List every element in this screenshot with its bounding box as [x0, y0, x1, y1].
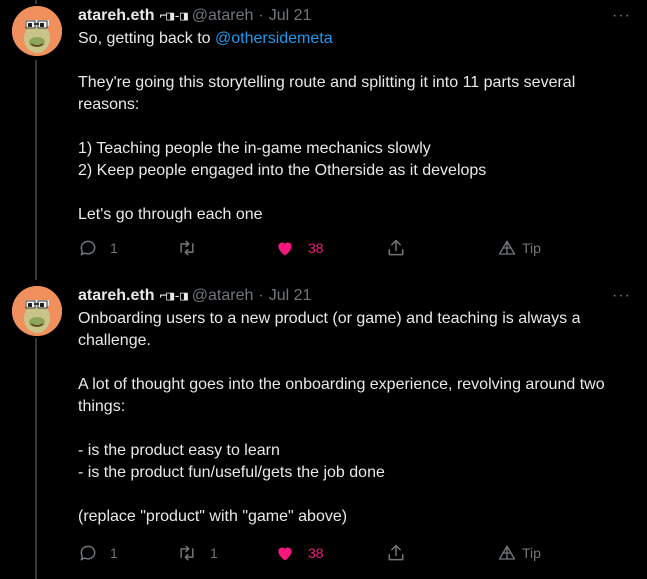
tip-button[interactable]: Tip [498, 542, 541, 564]
tweet-paragraph: - is the product fun/useful/gets the job… [78, 464, 385, 481]
tweet-paragraph [78, 50, 633, 72]
separator-dot: · [258, 7, 264, 24]
tweet-paragraph: So, getting back to @othersidemeta [78, 28, 633, 50]
like-button[interactable]: 38 [274, 542, 324, 564]
tweet-text: So, getting back to [78, 30, 215, 47]
share-button[interactable] [386, 237, 406, 259]
retweet-button[interactable] [176, 237, 210, 259]
mention-link[interactable]: @othersidemeta [215, 30, 333, 47]
separator-dot: · [258, 287, 264, 304]
tweet-paragraph: Onboarding users to a new product (or ga… [78, 310, 581, 349]
tweet-paragraph [78, 182, 633, 204]
heart-icon [278, 547, 292, 561]
tweet-paragraph [78, 484, 633, 506]
tweet-body: Onboarding users to a new product (or ga… [78, 308, 633, 528]
author-name[interactable]: atareh.eth [78, 7, 154, 25]
share-icon [388, 239, 404, 256]
thread-line-top [35, 0, 37, 4]
like-count: 38 [308, 545, 324, 561]
tweet-paragraph: A lot of thought goes into the onboardin… [78, 376, 605, 415]
author-handle[interactable]: @atareh [192, 7, 254, 25]
share-button[interactable] [386, 542, 406, 564]
more-icon[interactable]: ··· [612, 4, 631, 28]
author-name[interactable]: atareh.eth [78, 287, 154, 305]
like-count: 38 [308, 240, 324, 256]
tweet-paragraph: - is the product easy to learn [78, 442, 280, 459]
tweet-paragraph [78, 352, 633, 374]
tip-icon [498, 240, 516, 255]
avatar[interactable] [12, 6, 62, 56]
tip-label: Tip [522, 240, 541, 256]
action-bar: 1 38 Tip [78, 237, 633, 259]
tip-button[interactable]: Tip [498, 237, 541, 259]
author-handle[interactable]: @atareh [192, 287, 254, 305]
ape-avatar-icon [12, 286, 62, 336]
tip-label: Tip [522, 545, 541, 561]
tweet-paragraph: Let's go through each one [78, 206, 263, 223]
tweet-body: So, getting back to @othersidemeta They'… [78, 28, 633, 226]
tweet-paragraph: 1) Teaching people the in-game mechanics… [78, 140, 431, 157]
ape-avatar-icon [12, 6, 62, 56]
thread-line-bottom [35, 338, 37, 579]
tweet-header: atareh.eth ⌐◨-◨ @atareh · Jul 21 [78, 4, 311, 28]
tweet-paragraph: They're going this storytelling route an… [78, 74, 576, 113]
action-bar: 1 1 38 Tip [78, 542, 633, 564]
author-emoji: ⌐◨-◨ [159, 8, 187, 24]
tweet-paragraph [78, 418, 633, 440]
tweet-date[interactable]: Jul 21 [269, 287, 312, 305]
thread-line-middle [35, 60, 37, 280]
like-button[interactable]: 38 [274, 237, 324, 259]
retweet-count: 1 [210, 545, 218, 561]
tweet-paragraph: 2) Keep people engaged into the Othersid… [78, 162, 487, 179]
tweet-paragraph: (replace "product" with "game" above) [78, 508, 348, 525]
retweet-button[interactable]: 1 [176, 542, 218, 564]
retweet-icon [180, 240, 194, 256]
tweet-header: atareh.eth ⌐◨-◨ @atareh · Jul 21 [78, 284, 311, 308]
reply-icon [80, 545, 96, 561]
tip-icon [498, 545, 516, 560]
reply-button[interactable]: 1 [78, 237, 118, 259]
reply-button[interactable]: 1 [78, 542, 118, 564]
reply-count: 1 [110, 240, 118, 256]
reply-icon [80, 240, 96, 256]
share-icon [388, 544, 404, 561]
more-icon[interactable]: ··· [612, 284, 631, 308]
tweet-paragraph [78, 116, 633, 138]
retweet-icon [180, 545, 194, 561]
avatar[interactable] [12, 286, 62, 336]
heart-icon [278, 242, 292, 256]
tweet-date[interactable]: Jul 21 [269, 7, 312, 25]
author-emoji: ⌐◨-◨ [159, 288, 187, 304]
reply-count: 1 [110, 545, 118, 561]
